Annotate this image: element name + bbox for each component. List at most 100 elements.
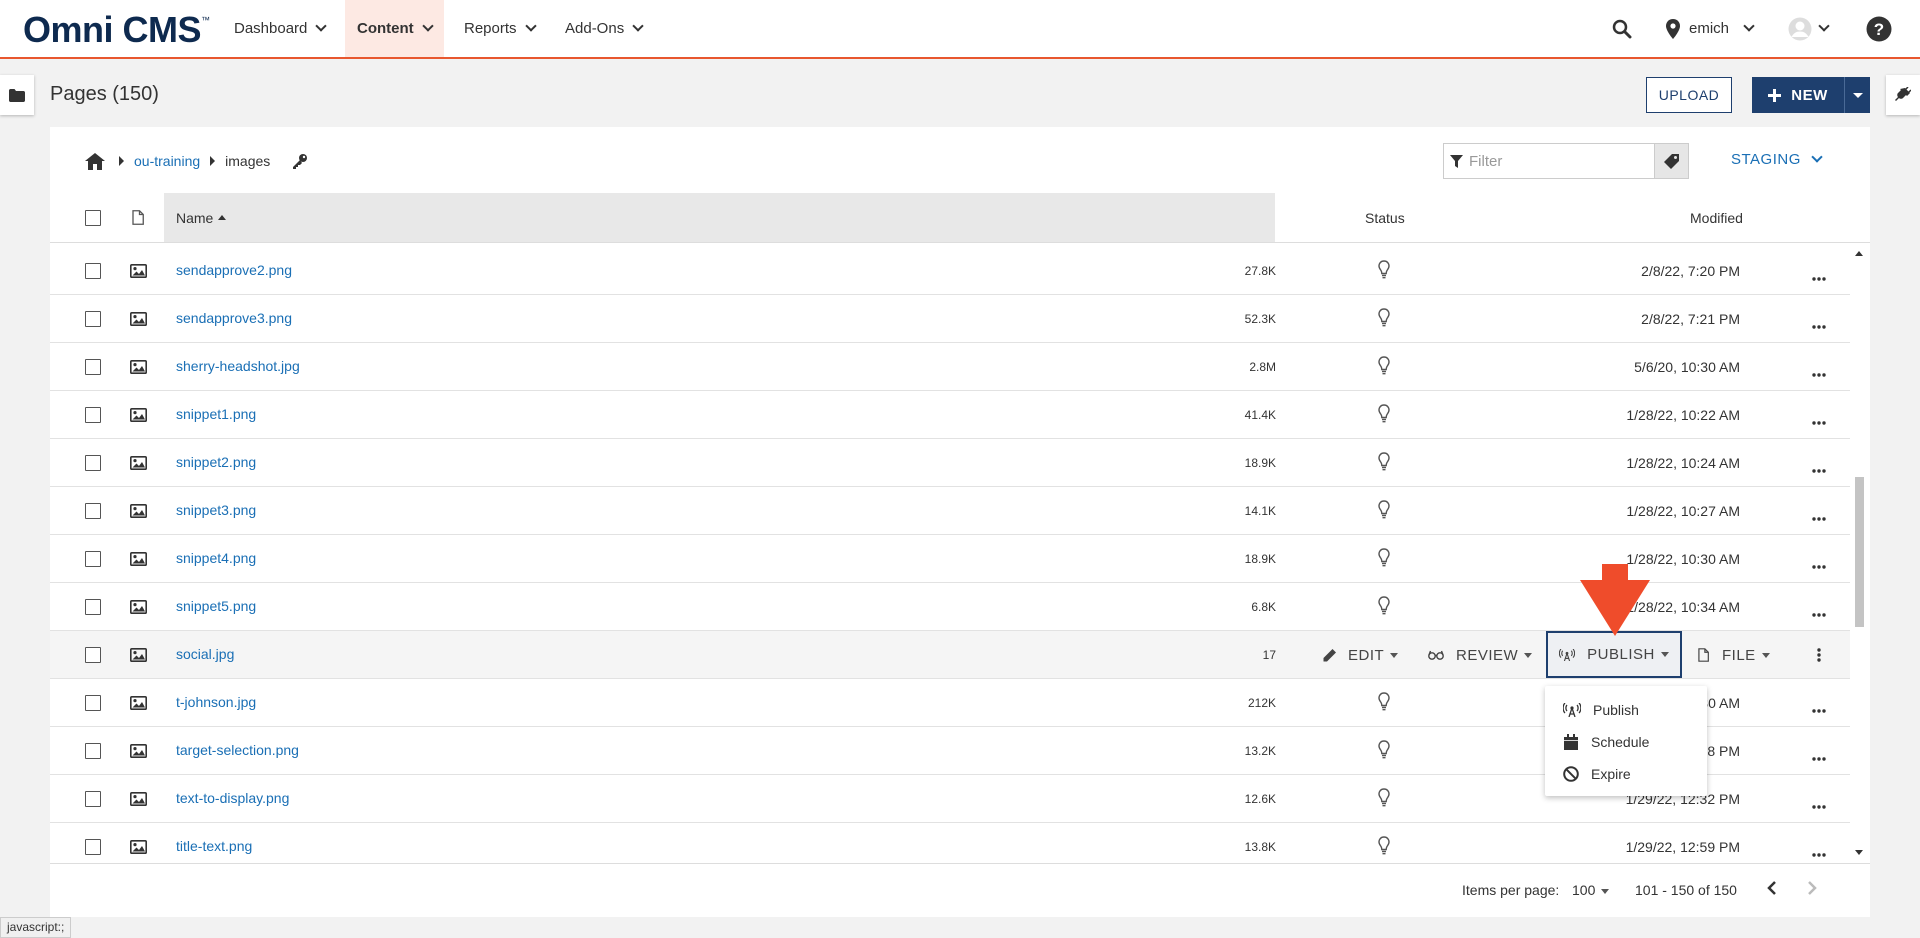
more-options-icon[interactable] — [1812, 508, 1826, 525]
more-options-icon[interactable] — [1812, 700, 1826, 717]
more-options-icon[interactable] — [1812, 844, 1826, 859]
file-name-link[interactable]: sendapprove3.png — [176, 310, 292, 326]
file-button[interactable]: FILE — [1698, 641, 1770, 669]
lightbulb-status-icon[interactable] — [1378, 548, 1390, 572]
logo[interactable]: Omni CMS™ — [23, 9, 210, 51]
lightbulb-status-icon[interactable] — [1378, 404, 1390, 428]
table-row[interactable]: social.jpg 17 EDIT REVIEW PUBLISH FILE — [50, 631, 1850, 679]
filter-input[interactable]: Filter — [1444, 144, 1654, 178]
modified-date: 1/28/22, 10:27 AM — [1626, 503, 1740, 519]
file-name-link[interactable]: t-johnson.jpg — [176, 694, 256, 710]
table-row[interactable]: snippet2.png 18.9K 1/28/22, 10:24 AM — [50, 439, 1850, 487]
file-name-link[interactable]: snippet5.png — [176, 598, 256, 614]
row-checkbox[interactable] — [85, 359, 101, 375]
nav-content[interactable]: Content — [345, 0, 444, 57]
file-name-link[interactable]: title-text.png — [176, 838, 252, 854]
lightbulb-status-icon[interactable] — [1378, 260, 1390, 284]
more-options-icon[interactable] — [1812, 316, 1826, 333]
scroll-up-icon[interactable] — [1855, 251, 1863, 256]
table-row[interactable]: snippet3.png 14.1K 1/28/22, 10:27 AM — [50, 487, 1850, 535]
publish-button[interactable]: PUBLISH — [1546, 631, 1682, 678]
row-checkbox[interactable] — [85, 455, 101, 471]
chevron-right-icon[interactable] — [1807, 881, 1817, 895]
chevron-left-icon[interactable] — [1767, 881, 1777, 895]
lightbulb-status-icon[interactable] — [1378, 692, 1390, 716]
lightbulb-status-icon[interactable] — [1378, 596, 1390, 620]
lightbulb-status-icon[interactable] — [1378, 788, 1390, 812]
new-button[interactable]: NEW — [1752, 77, 1870, 113]
table-row[interactable]: snippet1.png 41.4K 1/28/22, 10:22 AM — [50, 391, 1850, 439]
menu-item-expire[interactable]: Expire — [1545, 758, 1707, 790]
file-name-link[interactable]: snippet1.png — [176, 406, 256, 422]
more-options-icon[interactable] — [1812, 748, 1826, 765]
more-options-icon[interactable] — [1812, 460, 1826, 477]
new-main-button[interactable]: NEW — [1752, 87, 1844, 104]
row-checkbox[interactable] — [85, 791, 101, 807]
table-row[interactable]: sendapprove2.png 27.8K 2/8/22, 7:20 PM — [50, 251, 1850, 295]
menu-item-schedule[interactable]: Schedule — [1545, 726, 1707, 758]
file-name-link[interactable]: sendapprove2.png — [176, 262, 292, 278]
column-header-status[interactable]: Status — [1365, 210, 1405, 226]
scrollbar[interactable] — [1853, 251, 1865, 859]
lightbulb-status-icon[interactable] — [1378, 308, 1390, 332]
key-icon[interactable] — [292, 153, 308, 169]
file-name-link[interactable]: snippet3.png — [176, 502, 256, 518]
review-button[interactable]: REVIEW — [1428, 641, 1533, 669]
lightbulb-status-icon[interactable] — [1378, 740, 1390, 764]
search-button[interactable] — [1612, 0, 1632, 57]
column-header-modified[interactable]: Modified — [1690, 210, 1743, 226]
row-checkbox[interactable] — [85, 695, 101, 711]
nav-add-ons[interactable]: Add-Ons — [553, 0, 654, 57]
file-name-link[interactable]: sherry-headshot.jpg — [176, 358, 300, 374]
file-name-link[interactable]: snippet4.png — [176, 550, 256, 566]
nav-dashboard[interactable]: Dashboard — [222, 0, 337, 57]
more-options-vertical-icon[interactable] — [1817, 648, 1821, 666]
row-checkbox[interactable] — [85, 551, 101, 567]
row-checkbox[interactable] — [85, 647, 101, 663]
file-name-link[interactable]: target-selection.png — [176, 742, 299, 758]
table-row[interactable]: sendapprove3.png 52.3K 2/8/22, 7:21 PM — [50, 295, 1850, 343]
home-icon[interactable] — [85, 152, 105, 170]
more-options-icon[interactable] — [1812, 268, 1826, 285]
scroll-thumb[interactable] — [1855, 477, 1864, 627]
folder-panel-toggle[interactable] — [0, 75, 34, 115]
edit-button[interactable]: EDIT — [1323, 641, 1399, 669]
more-options-icon[interactable] — [1812, 364, 1826, 381]
help-button[interactable]: ? — [1866, 0, 1892, 57]
scroll-down-icon[interactable] — [1855, 850, 1863, 855]
nav-reports[interactable]: Reports — [452, 0, 547, 57]
more-options-icon[interactable] — [1812, 796, 1826, 813]
table-row[interactable]: title-text.png 13.8K 1/29/22, 12:59 PM — [50, 823, 1850, 859]
file-name-link[interactable]: text-to-display.png — [176, 790, 289, 806]
site-selector[interactable]: emich — [1666, 0, 1755, 57]
row-checkbox[interactable] — [85, 839, 101, 855]
row-checkbox[interactable] — [85, 743, 101, 759]
gadgets-panel-toggle[interactable] — [1886, 75, 1920, 115]
file-name-link[interactable]: social.jpg — [176, 646, 234, 662]
row-checkbox[interactable] — [85, 263, 101, 279]
file-name-link[interactable]: snippet2.png — [176, 454, 256, 470]
new-dropdown-toggle[interactable] — [1844, 77, 1870, 113]
user-menu[interactable] — [1788, 0, 1830, 57]
more-options-icon[interactable] — [1812, 604, 1826, 621]
table-row[interactable]: sherry-headshot.jpg 2.8M 5/6/20, 10:30 AM — [50, 343, 1850, 391]
environment-selector[interactable]: STAGING — [1731, 150, 1823, 168]
lightbulb-status-icon[interactable] — [1378, 500, 1390, 524]
row-checkbox[interactable] — [85, 599, 101, 615]
lightbulb-status-icon[interactable] — [1378, 836, 1390, 859]
menu-item-publish[interactable]: Publish — [1545, 694, 1707, 726]
more-options-icon[interactable] — [1812, 556, 1826, 573]
more-options-icon[interactable] — [1812, 412, 1826, 429]
breadcrumb-ou-training[interactable]: ou-training — [134, 153, 200, 169]
lightbulb-status-icon[interactable] — [1378, 452, 1390, 476]
tag-filter-button[interactable] — [1654, 144, 1688, 178]
lightbulb-status-icon[interactable] — [1378, 356, 1390, 380]
row-checkbox[interactable] — [85, 503, 101, 519]
items-per-page-select[interactable]: 100 — [1572, 882, 1610, 898]
row-checkbox[interactable] — [85, 311, 101, 327]
row-checkbox[interactable] — [85, 407, 101, 423]
column-header-name[interactable]: Name — [164, 193, 1275, 242]
upload-button[interactable]: UPLOAD — [1646, 77, 1732, 113]
select-all-checkbox[interactable] — [85, 210, 101, 226]
chevron-down-icon — [1811, 150, 1823, 163]
